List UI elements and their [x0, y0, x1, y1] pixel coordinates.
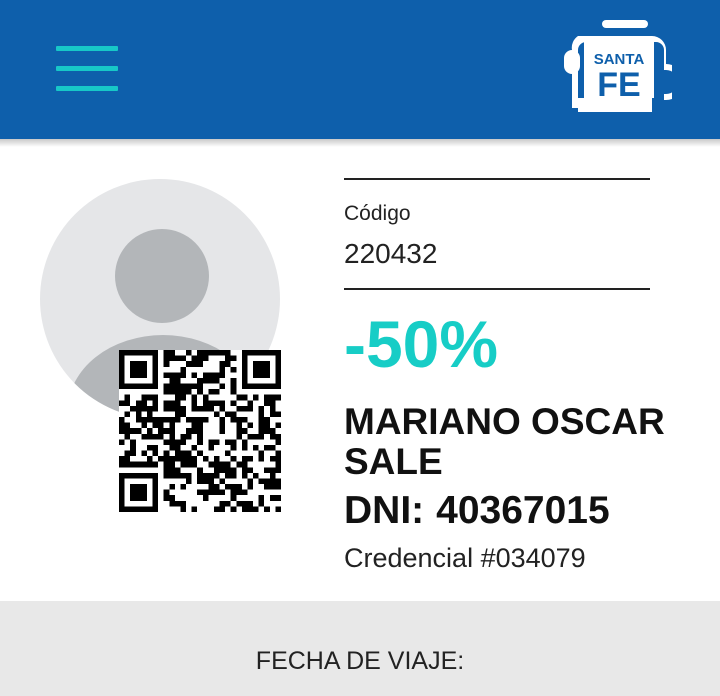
avatar-head — [115, 229, 209, 323]
travel-date-section: FECHA DE VIAJE: — [0, 601, 720, 696]
divider-bottom — [344, 288, 650, 290]
dni-label: DNI: — [344, 489, 425, 532]
dni-line: DNI: 40367015 — [344, 489, 610, 533]
fecha-de-viaje-label: FECHA DE VIAJE: — [255, 647, 465, 675]
dni-value: 40367015 — [436, 489, 610, 532]
hamburger-menu-icon-bar-top — [56, 46, 118, 51]
discount-badge: -50% — [344, 307, 499, 381]
santa-fe-logo: SANTA FE — [564, 20, 672, 112]
codigo-label: Código — [344, 202, 411, 225]
app-header: SANTA FE — [0, 0, 720, 139]
holder-name: MARIANO OSCAR SALE — [344, 401, 665, 482]
qr-code-icon — [119, 350, 281, 512]
svg-text:FE: FE — [597, 66, 640, 104]
divider-top — [344, 178, 650, 180]
header-shadow — [0, 139, 720, 147]
qr-code-modules — [119, 350, 281, 512]
hamburger-menu-icon-bar-middle — [56, 66, 118, 71]
hamburger-menu-icon-bar-bottom — [56, 86, 118, 91]
menu-button[interactable] — [52, 44, 122, 94]
codigo-value: 220432 — [344, 238, 438, 269]
credencial-number: Credencial #034079 — [344, 543, 586, 573]
